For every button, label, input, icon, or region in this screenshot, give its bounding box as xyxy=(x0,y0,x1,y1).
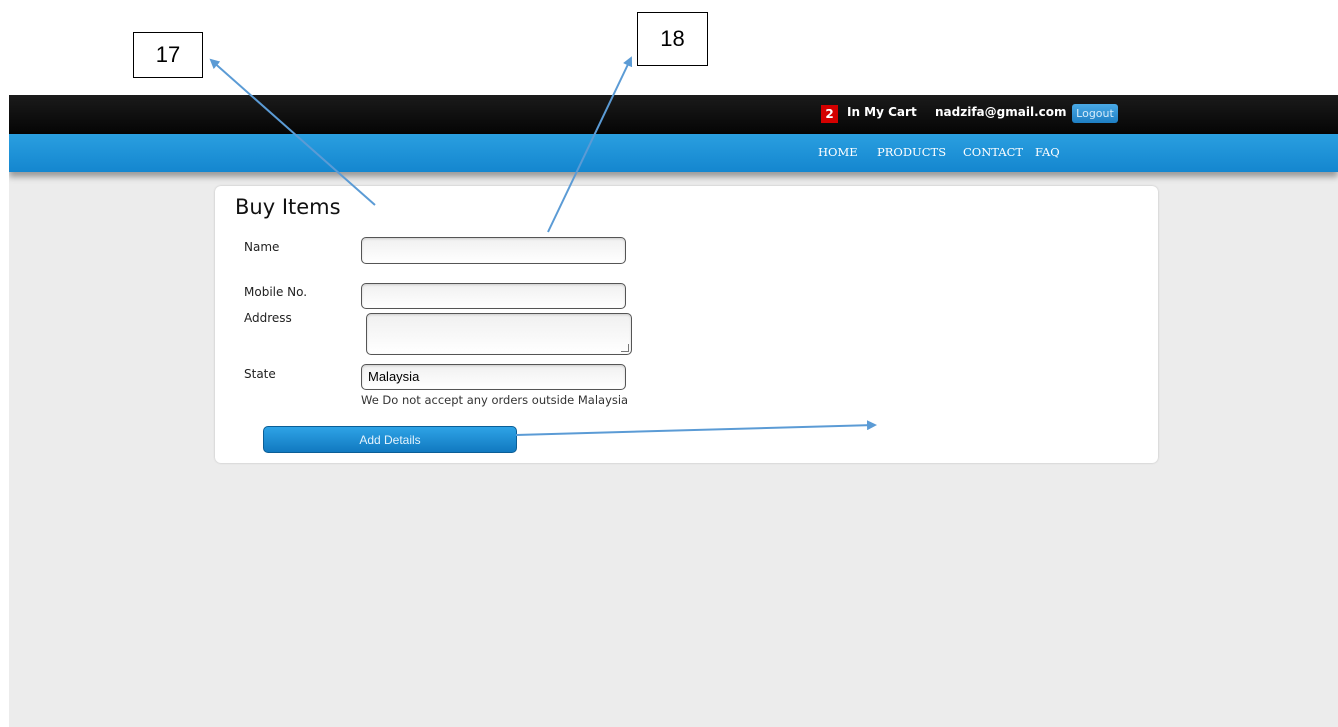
user-email: nadzifa@gmail.com xyxy=(935,105,1067,119)
form-title: Buy Items xyxy=(235,195,341,219)
name-label: Name xyxy=(244,240,280,254)
state-label: State xyxy=(244,367,276,381)
logout-button[interactable]: Logout xyxy=(1072,104,1118,123)
cart-count-badge[interactable]: 2 xyxy=(821,105,838,123)
add-details-button[interactable]: Add Details xyxy=(263,426,517,453)
state-input[interactable]: Malaysia xyxy=(361,364,626,390)
annotation-label-18: 18 xyxy=(637,12,708,66)
buy-items-form: Buy Items Name Mobile No. Address State … xyxy=(215,186,1158,463)
nav-products[interactable]: PRODUCTS xyxy=(877,145,946,159)
name-input[interactable] xyxy=(361,237,626,264)
app-window: 2 In My Cart nadzifa@gmail.com Logout HO… xyxy=(9,95,1338,727)
state-note: We Do not accept any orders outside Mala… xyxy=(361,393,629,407)
address-textarea[interactable] xyxy=(366,313,632,355)
nav-faq[interactable]: FAQ xyxy=(1035,145,1060,159)
mobile-label: Mobile No. xyxy=(244,285,308,299)
mobile-input[interactable] xyxy=(361,283,626,309)
resize-grip-icon[interactable] xyxy=(621,344,629,352)
top-bar: 2 In My Cart nadzifa@gmail.com Logout xyxy=(9,95,1338,134)
nav-home[interactable]: HOME xyxy=(818,145,858,159)
annotation-label-17: 17 xyxy=(133,32,203,78)
address-label: Address xyxy=(244,311,292,325)
main-nav: HOME PRODUCTS CONTACT FAQ xyxy=(9,134,1338,172)
cart-link[interactable]: In My Cart xyxy=(847,105,917,119)
nav-contact[interactable]: CONTACT xyxy=(963,145,1023,159)
